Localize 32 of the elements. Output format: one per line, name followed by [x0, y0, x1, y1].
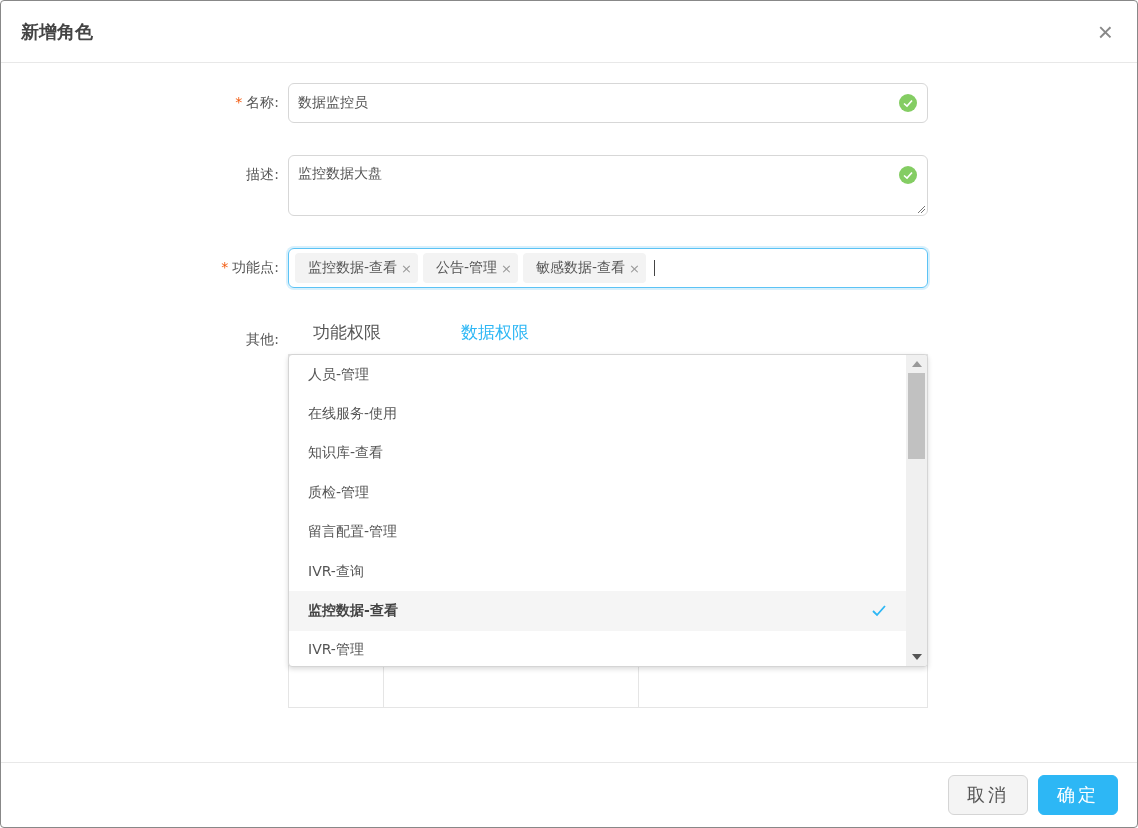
- dropdown-option[interactable]: 知识库-查看: [289, 433, 906, 474]
- dialog-title: 新增角色: [21, 19, 93, 44]
- tag-label: 敏感数据-查看: [535, 259, 625, 277]
- field-label: 其他:: [246, 331, 279, 347]
- scroll-up-icon[interactable]: [911, 361, 922, 367]
- dropdown-option[interactable]: 人员-管理: [289, 355, 906, 395]
- tab[interactable]: 功能权限: [313, 320, 381, 344]
- cancel-button[interactable]: 取消: [948, 775, 1028, 815]
- close-button[interactable]: ×: [1093, 18, 1117, 45]
- tag-label: 监控数据-查看: [308, 259, 398, 277]
- text-cursor: [653, 260, 655, 276]
- dropdown-option[interactable]: IVR-管理: [289, 630, 906, 666]
- name-input[interactable]: 数据监控员: [288, 83, 928, 123]
- dropdown-option[interactable]: 质检-管理: [289, 473, 906, 513]
- dropdown-option[interactable]: 监控数据-查看: [289, 591, 906, 631]
- check-icon: [872, 605, 886, 618]
- dropdown-option[interactable]: 在线服务-使用: [289, 394, 906, 434]
- field-label: 描述:: [246, 166, 279, 182]
- scroll-down-icon[interactable]: [911, 654, 922, 660]
- scrollbar[interactable]: [906, 355, 927, 666]
- field-label: 功能点:: [232, 259, 279, 275]
- input-value: 数据监控员: [298, 94, 368, 112]
- required-mark: *: [221, 259, 229, 275]
- required-mark: *: [235, 94, 243, 110]
- resize-grip-icon[interactable]: [917, 205, 925, 213]
- dropdown-option[interactable]: 留言配置-管理: [289, 512, 906, 552]
- description-textarea[interactable]: 监控数据大盘: [288, 155, 928, 216]
- input-value: 监控数据大盘: [298, 165, 382, 183]
- field-label: 名称:: [246, 94, 279, 110]
- dropdown-option[interactable]: IVR-查询: [289, 551, 906, 592]
- tag-label: 公告-管理: [435, 259, 498, 277]
- scrollbar-thumb[interactable]: [908, 373, 925, 459]
